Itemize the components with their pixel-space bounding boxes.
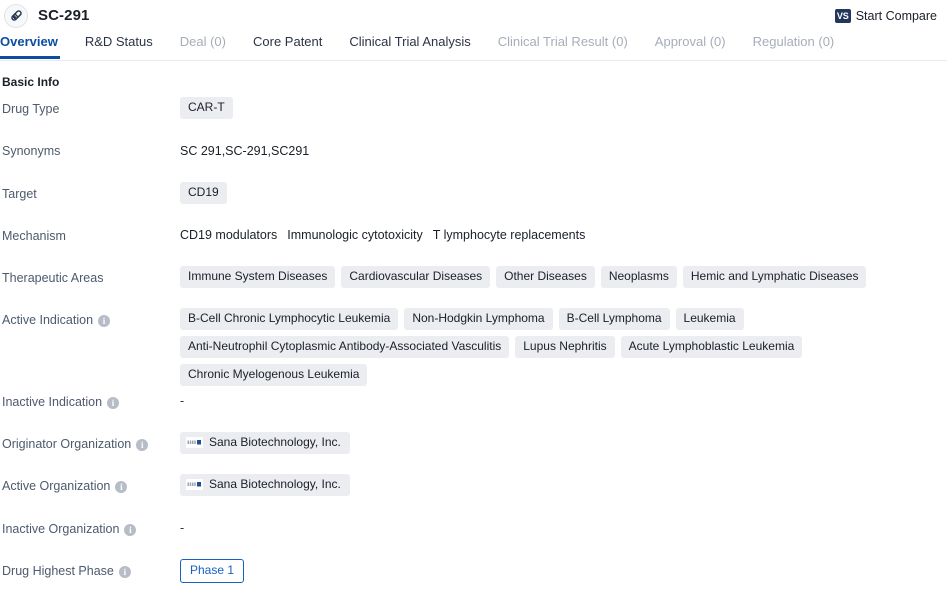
row-label-synonyms: Synonyms: [2, 135, 180, 159]
info-icon[interactable]: i: [98, 315, 111, 327]
row-target: Target CD19: [2, 178, 947, 220]
tag-therapeutic-area[interactable]: Immune System Diseases: [180, 266, 336, 288]
row-label-drug-highest-phase: Drug Highest Phase i: [2, 555, 180, 579]
tag-active-indication[interactable]: B-Cell Chronic Lymphocytic Leukemia: [180, 308, 399, 330]
org-chip-originator[interactable]: Sana Biotechnology, Inc.: [180, 432, 350, 454]
label-text: Inactive Organization: [2, 522, 120, 536]
row-value-drug-type: CAR-T: [180, 93, 947, 119]
row-label-active-organization: Active Organization i: [2, 470, 180, 494]
row-drug-type: Drug Type CAR-T: [2, 93, 947, 135]
tag-therapeutic-area[interactable]: Hemic and Lymphatic Diseases: [682, 266, 867, 288]
basic-info-rows: Drug Type CAR-T Synonyms SC 291,SC-291,S…: [0, 93, 947, 600]
org-chip-active[interactable]: Sana Biotechnology, Inc.: [180, 474, 350, 496]
row-value-active-indication: B-Cell Chronic Lymphocytic Leukemia Non-…: [180, 304, 947, 386]
tag-therapeutic-area[interactable]: Other Diseases: [496, 266, 595, 288]
page-header: SC-291 VS Start Compare: [0, 0, 947, 31]
tag-therapeutic-area[interactable]: Neoplasms: [600, 266, 677, 288]
label-text: Mechanism: [2, 229, 66, 243]
mechanism-item[interactable]: CD19 modulators: [180, 228, 277, 242]
page-title: SC-291: [38, 7, 90, 24]
sana-logo-icon: [186, 479, 203, 490]
label-text: Synonyms: [2, 144, 61, 158]
tab-bar: Overview R&D Status Deal (0) Core Patent…: [0, 31, 947, 61]
label-text: Inactive Indication: [2, 395, 103, 409]
label-text: Therapeutic Areas: [2, 271, 104, 285]
tab-rd-status[interactable]: R&D Status: [85, 31, 153, 58]
row-therapeutic-areas: Therapeutic Areas Immune System Diseases…: [2, 262, 947, 304]
tag-active-indication[interactable]: Anti-Neutrophil Cytoplasmic Antibody-Ass…: [180, 336, 510, 358]
start-compare-button[interactable]: VS Start Compare: [834, 8, 939, 23]
row-label-drug-type: Drug Type: [2, 93, 180, 117]
tab-approval[interactable]: Approval (0): [655, 31, 726, 58]
tag-therapeutic-area[interactable]: Cardiovascular Diseases: [341, 266, 491, 288]
row-active-indication: Active Indication i B-Cell Chronic Lymph…: [2, 304, 947, 386]
org-name: Sana Biotechnology, Inc.: [209, 435, 341, 449]
row-value-mechanism: CD19 modulators Immunologic cytotoxicity…: [180, 220, 947, 242]
tag-target[interactable]: CD19: [180, 182, 227, 204]
pill-icon-glyph: [10, 10, 22, 21]
label-text: Target: [2, 187, 37, 201]
row-label-inactive-indication: Inactive Indication i: [2, 386, 180, 410]
row-value-active-organization: Sana Biotechnology, Inc.: [180, 470, 947, 496]
row-label-originator-organization: Originator Organization i: [2, 428, 180, 452]
row-value-target: CD19: [180, 178, 947, 204]
tag-drug-type[interactable]: CAR-T: [180, 97, 233, 119]
row-label-inactive-organization: Inactive Organization i: [2, 513, 180, 537]
row-label-therapeutic-areas: Therapeutic Areas: [2, 262, 180, 286]
row-inactive-organization: Inactive Organization i -: [2, 513, 947, 555]
sana-logo-icon: [186, 437, 203, 448]
info-icon[interactable]: i: [124, 524, 137, 536]
row-value-synonyms: SC 291,SC-291,SC291: [180, 144, 310, 158]
label-text: Originator Organization: [2, 437, 132, 451]
row-label-mechanism: Mechanism: [2, 220, 180, 244]
vs-icon: VS: [834, 8, 851, 23]
row-synonyms: Synonyms SC 291,SC-291,SC291: [2, 135, 947, 178]
row-value-drug-highest-phase: Phase 1: [180, 555, 947, 583]
row-label-target: Target: [2, 178, 180, 202]
row-inactive-indication: Inactive Indication i -: [2, 386, 947, 428]
row-originator-organization: Originator Organization i Sana Biotechno…: [2, 428, 947, 470]
tag-active-indication[interactable]: B-Cell Lymphoma: [558, 308, 670, 330]
info-icon[interactable]: i: [136, 439, 149, 451]
mechanism-item[interactable]: T lymphocyte replacements: [433, 228, 586, 242]
row-active-organization: Active Organization i Sana Biotechnology…: [2, 470, 947, 513]
pill-icon: [4, 3, 28, 28]
tag-active-indication[interactable]: Leukemia: [675, 308, 744, 330]
row-value-originator-organization: Sana Biotechnology, Inc.: [180, 428, 947, 454]
drug-detail-page: SC-291 VS Start Compare Overview R&D Sta…: [0, 0, 947, 600]
row-label-active-indication: Active Indication i: [2, 304, 180, 328]
tab-core-patent[interactable]: Core Patent: [253, 31, 322, 58]
row-mechanism: Mechanism CD19 modulators Immunologic cy…: [2, 220, 947, 262]
status-badge-phase[interactable]: Phase 1: [180, 559, 245, 583]
info-icon[interactable]: i: [107, 397, 120, 409]
mechanism-list: CD19 modulators Immunologic cytotoxicity…: [180, 224, 585, 242]
org-name: Sana Biotechnology, Inc.: [209, 477, 341, 491]
info-icon[interactable]: i: [115, 481, 128, 493]
tab-overview[interactable]: Overview: [0, 31, 60, 59]
tab-deal[interactable]: Deal (0): [180, 31, 226, 58]
section-title-basic-info: Basic Info: [2, 75, 60, 89]
tag-active-indication[interactable]: Acute Lymphoblastic Leukemia: [620, 336, 803, 358]
label-text: Active Indication: [2, 313, 94, 327]
start-compare-label: Start Compare: [855, 8, 937, 23]
tab-clinical-trial-result[interactable]: Clinical Trial Result (0): [498, 31, 628, 58]
row-value-therapeutic-areas: Immune System Diseases Cardiovascular Di…: [180, 262, 947, 288]
row-value-inactive-organization: -: [180, 521, 185, 535]
row-value-inactive-indication: -: [180, 394, 185, 408]
row-drug-highest-phase: Drug Highest Phase i Phase 1: [2, 555, 947, 597]
tag-active-indication[interactable]: Lupus Nephritis: [515, 336, 615, 358]
tag-active-indication[interactable]: Chronic Myelogenous Leukemia: [180, 364, 368, 386]
tab-clinical-trial-analysis[interactable]: Clinical Trial Analysis: [349, 31, 470, 58]
mechanism-item[interactable]: Immunologic cytotoxicity: [287, 228, 422, 242]
tag-active-indication[interactable]: Non-Hodgkin Lymphoma: [404, 308, 553, 330]
info-icon[interactable]: i: [118, 566, 131, 578]
label-text: Active Organization: [2, 479, 111, 493]
label-text: Drug Type: [2, 102, 60, 116]
tab-regulation[interactable]: Regulation (0): [753, 31, 835, 58]
label-text: Drug Highest Phase: [2, 564, 114, 578]
